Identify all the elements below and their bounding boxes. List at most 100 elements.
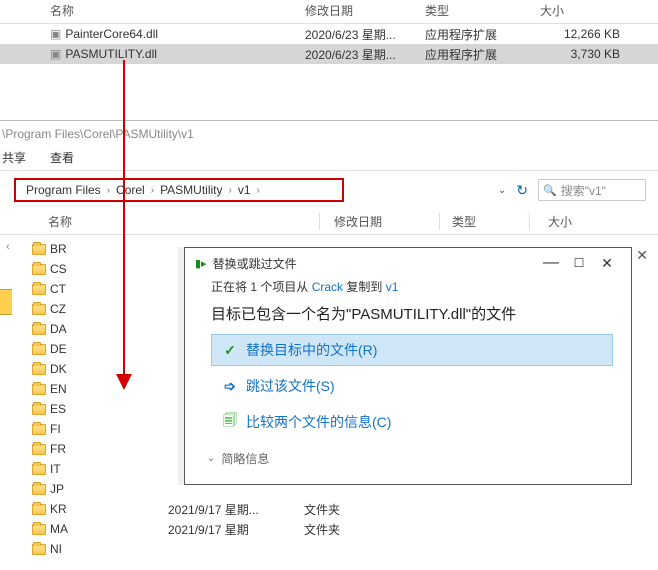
folder-name: CT — [50, 282, 66, 296]
search-icon: 🔍 — [543, 184, 557, 197]
folder-item[interactable]: FI — [28, 419, 168, 439]
folder-item[interactable]: NI — [28, 539, 168, 559]
col-size[interactable]: 大小 — [530, 213, 572, 230]
window-title-path: \Program Files\Corel\PASMUtility\v1 — [0, 121, 658, 145]
file-row[interactable]: ▣PainterCore64.dll 2020/6/23 星期... 应用程序扩… — [0, 24, 658, 44]
col-type[interactable]: 类型 — [440, 213, 530, 230]
dll-icon: ▣ — [50, 47, 61, 61]
folder-icon — [32, 404, 46, 415]
folder-item[interactable]: CS — [28, 259, 168, 279]
folder-name: KR — [50, 502, 67, 516]
folder-name: EN — [50, 382, 67, 396]
folder-icon — [32, 424, 46, 435]
crumb[interactable]: Corel — [116, 183, 145, 197]
col-name[interactable]: 名称 — [0, 213, 320, 230]
row-date: 2021/9/17 星期... — [168, 501, 304, 518]
ribbon-tabs: 共享 查看 — [0, 145, 658, 171]
check-icon: ✓ — [222, 342, 238, 359]
nav-collapse-icon[interactable]: ‹ — [0, 235, 28, 559]
folder-item[interactable]: CZ — [28, 299, 168, 319]
replace-button[interactable]: ✓ 替换目标中的文件(R) — [211, 334, 613, 366]
folder-name: FR — [50, 442, 66, 456]
dialog-message: 目标已包含一个名为"PASMUTILITY.dll"的文件 — [185, 297, 631, 324]
col-size[interactable]: 大小 — [540, 2, 630, 19]
close-icon[interactable]: ✕ — [636, 247, 648, 264]
file-row[interactable]: ▣PASMUTILITY.dll 2020/6/23 星期... 应用程序扩展 … — [0, 44, 658, 64]
file-type: 应用程序扩展 — [425, 46, 540, 63]
folder-icon — [32, 544, 46, 555]
minimize-button[interactable]: — — [537, 254, 565, 272]
folder-item[interactable]: CT — [28, 279, 168, 299]
selected-nav-indicator — [0, 289, 12, 315]
address-bar-row: Program Files › Corel › PASMUtility › v1… — [0, 177, 658, 203]
copy-icon: ▮▸ — [195, 257, 207, 270]
folder-name: BR — [50, 242, 67, 256]
replace-or-skip-dialog: ▮▸ 替换或跳过文件 — ☐ ✕ 正在将 1 个项目从 Crack 复制到 v1… — [184, 247, 632, 485]
folder-item[interactable]: EN — [28, 379, 168, 399]
tab-share[interactable]: 共享 — [2, 149, 26, 166]
crumb[interactable]: v1 — [238, 183, 251, 197]
folder-item[interactable]: DK — [28, 359, 168, 379]
col-type[interactable]: 类型 — [425, 2, 540, 19]
folder-item[interactable]: DE — [28, 339, 168, 359]
chevron-down-icon: ⌄ — [207, 453, 215, 464]
search-input[interactable]: 🔍 搜索"v1" — [538, 179, 646, 201]
folder-item[interactable]: KR — [28, 499, 168, 519]
search-placeholder: 搜索"v1" — [561, 182, 606, 199]
folder-icon — [32, 444, 46, 455]
folder-icon — [32, 364, 46, 375]
folder-item[interactable]: DA — [28, 319, 168, 339]
refresh-icon[interactable]: ↻ — [516, 182, 528, 199]
chevron-right-icon[interactable]: › — [105, 185, 112, 196]
col-date[interactable]: 修改日期 — [305, 2, 425, 19]
dialog-title: 替换或跳过文件 — [213, 255, 537, 272]
file-name: PainterCore64.dll — [65, 27, 158, 41]
file-name: PASMUTILITY.dll — [65, 47, 157, 61]
folder-icon — [32, 484, 46, 495]
crumb[interactable]: Program Files — [26, 183, 101, 197]
list-row[interactable]: 2021/9/17 星期文件夹 — [168, 519, 340, 539]
folder-icon — [32, 264, 46, 275]
folder-icon — [32, 524, 46, 535]
folder-item[interactable]: JP — [28, 479, 168, 499]
col-date[interactable]: 修改日期 — [320, 213, 440, 230]
maximize-button[interactable]: ☐ — [565, 256, 593, 270]
folder-icon — [32, 304, 46, 315]
folder-name: IT — [50, 462, 61, 476]
folder-name: CS — [50, 262, 67, 276]
folder-icon — [32, 284, 46, 295]
crumb[interactable]: PASMUtility — [160, 183, 222, 197]
folder-icon — [32, 464, 46, 475]
folder-icon — [32, 384, 46, 395]
row-type: 文件夹 — [304, 501, 340, 518]
skip-icon: ➩ — [222, 378, 238, 395]
list-row[interactable]: 2021/9/17 星期...文件夹 — [168, 499, 340, 519]
compare-button[interactable]: 🗐 比较两个文件的信息(C) — [211, 406, 613, 438]
address-dropdown-icon[interactable]: ⌄ — [498, 185, 506, 196]
folder-item[interactable]: MA — [28, 519, 168, 539]
row-type: 文件夹 — [304, 521, 340, 538]
folder-name: ES — [50, 402, 66, 416]
chevron-right-icon[interactable]: › — [255, 185, 262, 196]
chevron-right-icon[interactable]: › — [149, 185, 156, 196]
col-name[interactable]: 名称 — [0, 2, 305, 19]
folder-icon — [32, 244, 46, 255]
more-details-toggle[interactable]: ⌄ 简略信息 — [185, 442, 631, 467]
tab-view[interactable]: 查看 — [50, 149, 74, 166]
close-button[interactable]: ✕ — [593, 255, 621, 272]
chevron-right-icon[interactable]: › — [227, 185, 234, 196]
folder-item[interactable]: IT — [28, 459, 168, 479]
folder-item[interactable]: ES — [28, 399, 168, 419]
compare-icon: 🗐 — [222, 410, 238, 434]
folder-name: DK — [50, 362, 67, 376]
skip-button[interactable]: ➩ 跳过该文件(S) — [211, 370, 613, 402]
folder-item[interactable]: FR — [28, 439, 168, 459]
row-date: 2021/9/17 星期 — [168, 521, 304, 538]
folder-name: DE — [50, 342, 67, 356]
source-window: 名称 修改日期 类型 大小 ▣PainterCore64.dll 2020/6/… — [0, 0, 658, 64]
folder-icon — [32, 504, 46, 515]
folder-list: BR CS CT CZ DA DE DK EN ES FI FR IT JP KR MANI — [28, 235, 168, 559]
breadcrumb[interactable]: Program Files › Corel › PASMUtility › v1… — [14, 178, 344, 202]
folder-name: DA — [50, 322, 67, 336]
folder-item[interactable]: BR — [28, 239, 168, 259]
